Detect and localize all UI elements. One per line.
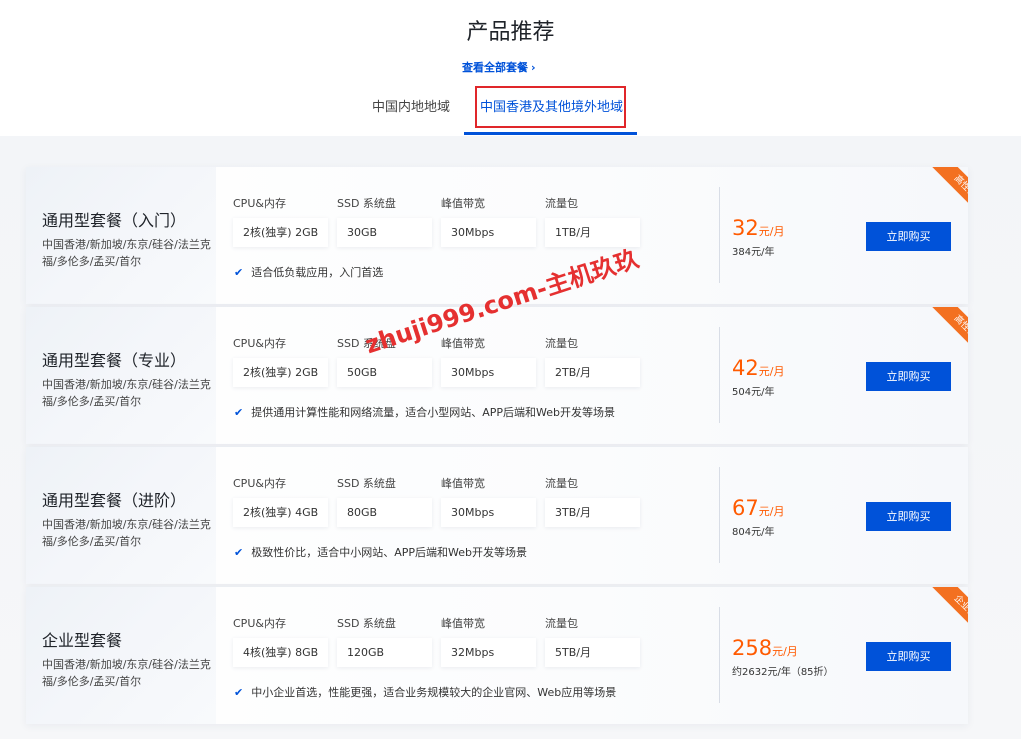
spec-value-cpu: 4核(独享) 8GB [233, 638, 328, 667]
plan-feature-text: 适合低负载应用，入门首选 [251, 266, 384, 279]
plan-card: 通用型套餐（进阶） 中国香港/新加坡/东京/硅谷/法兰克福/多伦多/孟买/首尔 … [26, 447, 968, 584]
plan-name: 企业型套餐 [42, 631, 123, 650]
tab-mainland-china[interactable]: 中国内地地域 [372, 86, 450, 130]
spec-label-disk: SSD 系统盘 [337, 477, 396, 490]
view-all-label: 查看全部套餐 [462, 61, 528, 74]
spec-label-cpu: CPU&内存 [233, 337, 286, 350]
buy-now-button[interactable]: 立即购买 [866, 502, 951, 531]
plan-header: 企业型套餐 中国香港/新加坡/东京/硅谷/法兰克福/多伦多/孟买/首尔 [26, 587, 216, 724]
plan-price: 67元/月 [732, 496, 784, 520]
spec-value-traffic: 2TB/月 [545, 358, 640, 387]
plan-regions: 中国香港/新加坡/东京/硅谷/法兰克福/多伦多/孟买/首尔 [42, 518, 211, 548]
price-unit: 元/月 [758, 365, 785, 378]
plan-feature: ✔ 适合低负载应用，入门首选 [234, 264, 383, 280]
ribbon-badge: 高性价比 [913, 167, 968, 243]
spec-label-traffic: 流量包 [545, 337, 578, 350]
spec-value-disk: 120GB [337, 638, 432, 667]
spec-value-disk: 50GB [337, 358, 432, 387]
plan-feature: ✔ 提供通用计算性能和网络流量，适合小型网站、APP后端和Web开发等场景 [234, 404, 615, 420]
ribbon-label: 高性价比 [929, 307, 968, 369]
spec-label-traffic: 流量包 [545, 617, 578, 630]
active-tab-indicator [464, 132, 637, 135]
highlight-box [475, 86, 626, 128]
plan-feature-text: 中小企业首选，性能更强，适合业务规模较大的企业官网、Web应用等场景 [251, 686, 617, 699]
spec-label-bandwidth: 峰值带宽 [441, 197, 485, 210]
spec-label-traffic: 流量包 [545, 477, 578, 490]
page-title: 产品推荐 [466, 20, 555, 45]
spec-value-cpu: 2核(独享) 4GB [233, 498, 328, 527]
ribbon-badge: 高性价比 [913, 307, 968, 383]
price-unit: 元/月 [772, 645, 798, 658]
header-section: 产品推荐 查看全部套餐 › 中国内地地域 中国香港及其他境外地域 [0, 0, 1021, 136]
check-icon: ✔ [234, 546, 244, 559]
price-amount: 67 [732, 496, 759, 520]
plan-card: 企业型套餐 中国香港/新加坡/东京/硅谷/法兰克福/多伦多/孟买/首尔 CPU&… [26, 587, 968, 724]
spec-label-disk: SSD 系统盘 [337, 617, 396, 630]
divider [719, 187, 720, 283]
divider [719, 327, 720, 423]
price-yearly: 384元/年 [732, 247, 775, 258]
check-icon: ✔ [234, 686, 244, 699]
spec-label-bandwidth: 峰值带宽 [441, 477, 485, 490]
chevron-right-icon: › [531, 61, 536, 74]
spec-value-traffic: 3TB/月 [545, 498, 640, 527]
ribbon-badge: 企业首选 [913, 587, 968, 663]
plan-feature-text: 提供通用计算性能和网络流量，适合小型网站、APP后端和Web开发等场景 [251, 406, 615, 419]
check-icon: ✔ [234, 266, 244, 279]
plan-price: 42元/月 [732, 356, 784, 380]
spec-value-bandwidth: 30Mbps [441, 498, 536, 527]
plan-price: 32元/月 [732, 216, 784, 240]
divider [719, 467, 720, 563]
ribbon-label: 高性价比 [929, 167, 968, 229]
spec-value-bandwidth: 32Mbps [441, 638, 536, 667]
spec-label-cpu: CPU&内存 [233, 477, 286, 490]
plan-name: 通用型套餐（入门） [42, 211, 187, 230]
plan-card: 通用型套餐（专业） 中国香港/新加坡/东京/硅谷/法兰克福/多伦多/孟买/首尔 … [26, 307, 968, 444]
spec-label-bandwidth: 峰值带宽 [441, 617, 485, 630]
price-yearly: 约2632元/年（85折） [732, 667, 834, 678]
plan-feature: ✔ 极致性价比，适合中小网站、APP后端和Web开发等场景 [234, 544, 527, 560]
plan-name: 通用型套餐（进阶） [42, 491, 187, 510]
divider [719, 607, 720, 703]
spec-label-traffic: 流量包 [545, 197, 578, 210]
price-unit: 元/月 [758, 225, 785, 238]
price-yearly: 804元/年 [732, 527, 775, 538]
plan-header: 通用型套餐（入门） 中国香港/新加坡/东京/硅谷/法兰克福/多伦多/孟买/首尔 [26, 167, 216, 304]
plan-feature-text: 极致性价比，适合中小网站、APP后端和Web开发等场景 [251, 546, 527, 559]
view-all-packages-link[interactable]: 查看全部套餐 › [462, 59, 536, 75]
plans-section: 通用型套餐（入门） 中国香港/新加坡/东京/硅谷/法兰克福/多伦多/孟买/首尔 … [0, 136, 1021, 739]
plan-name: 通用型套餐（专业） [42, 351, 187, 370]
plan-regions: 中国香港/新加坡/东京/硅谷/法兰克福/多伦多/孟买/首尔 [42, 378, 211, 408]
spec-label-bandwidth: 峰值带宽 [441, 337, 485, 350]
spec-value-bandwidth: 30Mbps [441, 218, 536, 247]
plan-regions: 中国香港/新加坡/东京/硅谷/法兰克福/多伦多/孟买/首尔 [42, 238, 211, 268]
plan-header: 通用型套餐（进阶） 中国香港/新加坡/东京/硅谷/法兰克福/多伦多/孟买/首尔 [26, 447, 216, 584]
spec-value-disk: 80GB [337, 498, 432, 527]
ribbon-label: 企业首选 [929, 587, 968, 649]
plan-header: 通用型套餐（专业） 中国香港/新加坡/东京/硅谷/法兰克福/多伦多/孟买/首尔 [26, 307, 216, 444]
price-amount: 42 [732, 356, 759, 380]
spec-value-cpu: 2核(独享) 2GB [233, 218, 328, 247]
plan-feature: ✔ 中小企业首选，性能更强，适合业务规模较大的企业官网、Web应用等场景 [234, 684, 616, 700]
price-amount: 32 [732, 216, 759, 240]
plan-regions: 中国香港/新加坡/东京/硅谷/法兰克福/多伦多/孟买/首尔 [42, 658, 211, 688]
spec-value-bandwidth: 30Mbps [441, 358, 536, 387]
check-icon: ✔ [234, 406, 244, 419]
price-amount: 258 [732, 636, 773, 660]
spec-value-traffic: 5TB/月 [545, 638, 640, 667]
spec-value-disk: 30GB [337, 218, 432, 247]
spec-label-disk: SSD 系统盘 [337, 197, 396, 210]
spec-label-cpu: CPU&内存 [233, 617, 286, 630]
spec-value-cpu: 2核(独享) 2GB [233, 358, 328, 387]
spec-label-cpu: CPU&内存 [233, 197, 286, 210]
price-yearly: 504元/年 [732, 387, 775, 398]
price-unit: 元/月 [758, 505, 785, 518]
plan-price: 258元/月 [732, 636, 798, 660]
